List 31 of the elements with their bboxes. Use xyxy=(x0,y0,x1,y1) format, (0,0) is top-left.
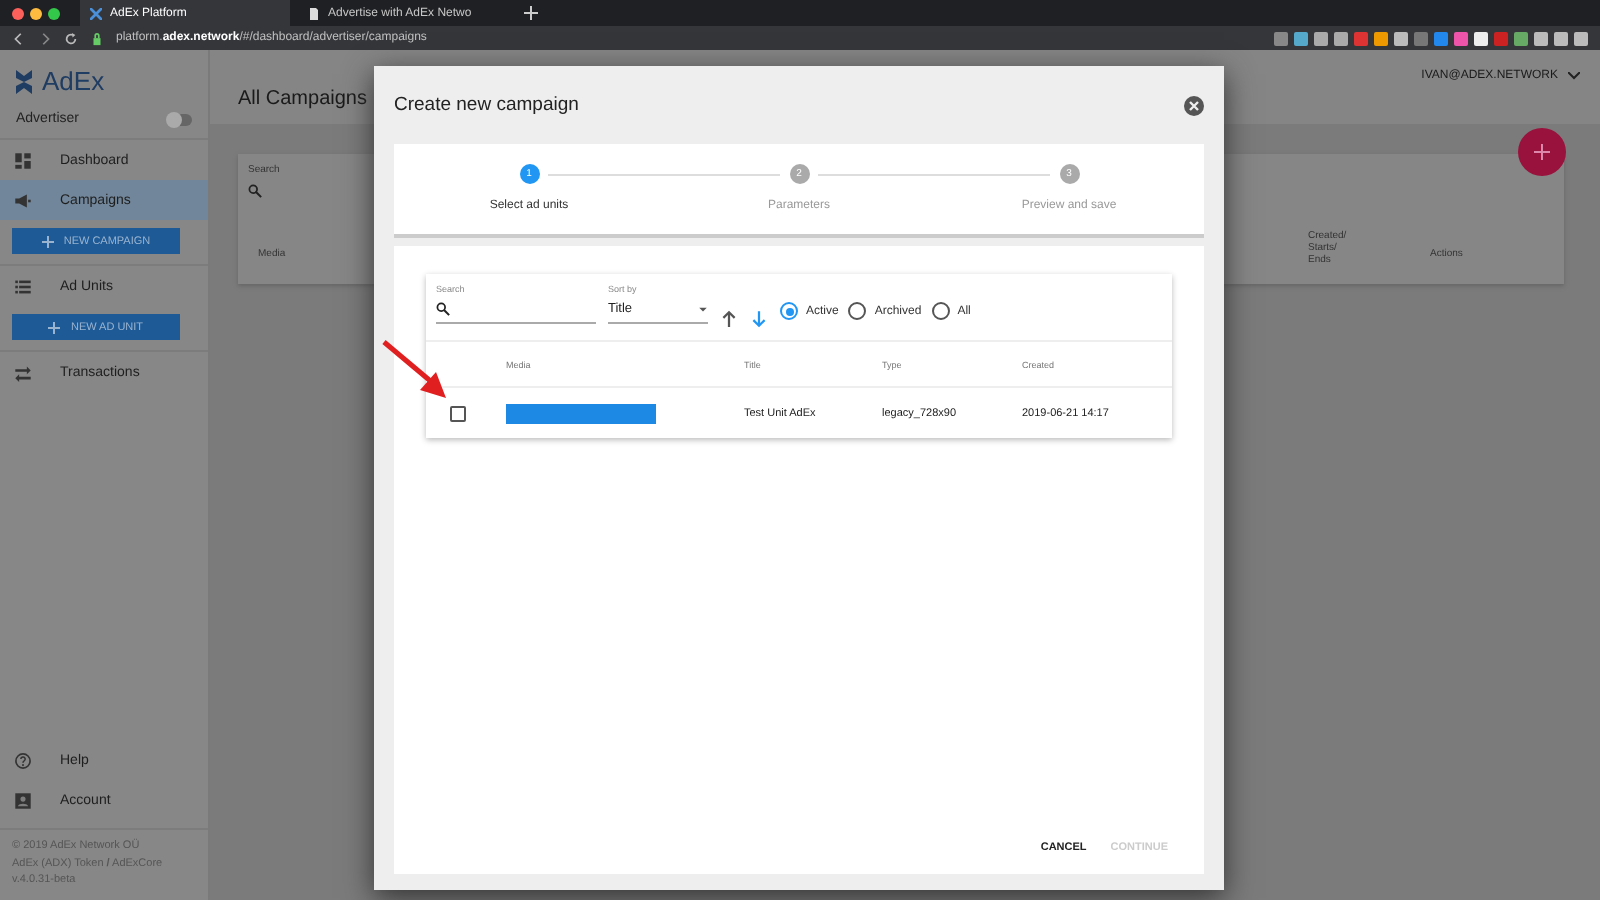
x-logo-icon xyxy=(90,7,102,19)
logo-text: AdEx xyxy=(42,66,105,96)
plus-icon xyxy=(1534,144,1550,160)
account-icon xyxy=(14,791,32,810)
dialog-title: Create new campaign xyxy=(394,94,579,116)
close-icon[interactable] xyxy=(1184,95,1204,115)
add-button[interactable] xyxy=(1518,128,1566,176)
lock-icon xyxy=(90,31,104,45)
swap-arrows-icon xyxy=(14,363,32,381)
reload-icon[interactable] xyxy=(64,31,78,45)
search-icon xyxy=(436,302,450,316)
megaphone-icon xyxy=(14,191,32,209)
plus-icon xyxy=(48,321,61,333)
plus-icon xyxy=(41,235,54,247)
forward-icon[interactable] xyxy=(38,31,52,45)
maximize-window-dot[interactable] xyxy=(48,7,60,19)
page-title: All Campaigns xyxy=(238,88,367,110)
logo-icon xyxy=(12,67,36,95)
chevron-down-icon xyxy=(1568,72,1580,80)
search-icon xyxy=(248,184,262,198)
row-checkbox[interactable] xyxy=(450,405,466,421)
annotation-arrow xyxy=(380,336,448,400)
back-icon[interactable] xyxy=(12,31,26,45)
document-icon xyxy=(308,7,320,19)
help-icon xyxy=(14,751,32,770)
role-toggle[interactable] xyxy=(168,113,192,125)
minimize-window-dot[interactable] xyxy=(30,7,42,19)
close-window-dot[interactable] xyxy=(12,7,24,19)
grid-icon xyxy=(14,151,32,169)
dropdown-caret-icon xyxy=(698,302,708,316)
list-icon xyxy=(14,277,32,295)
